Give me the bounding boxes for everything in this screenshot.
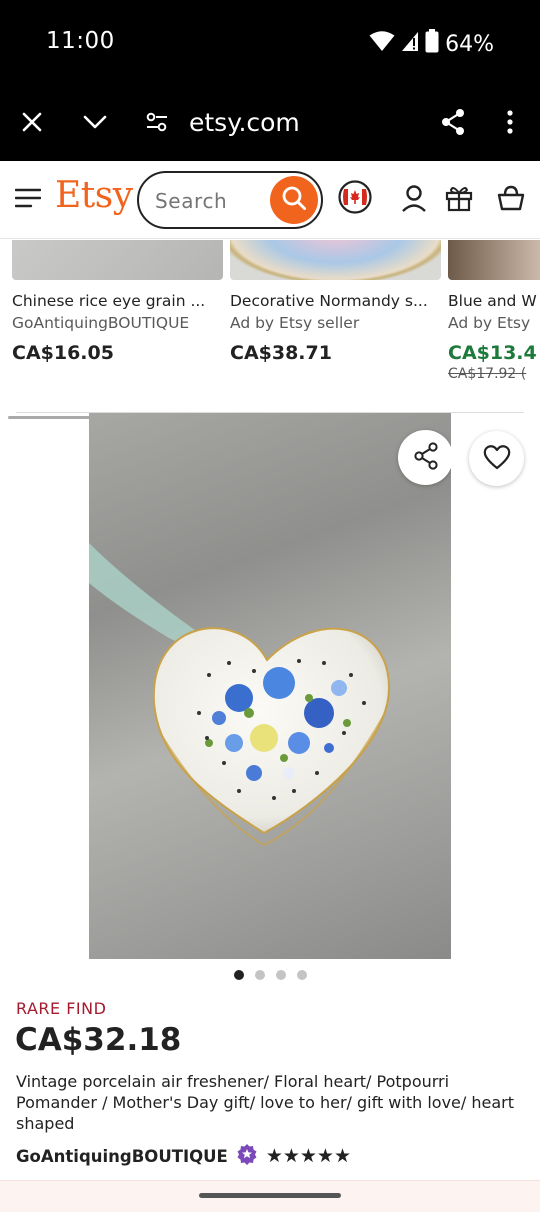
url-bar[interactable]: etsy.com [189,108,300,137]
product-thumbnail[interactable] [12,240,223,280]
product-thumbnail[interactable] [230,240,441,280]
gesture-navigation-bar[interactable] [199,1193,341,1198]
gifts-button[interactable] [442,183,476,217]
chevron-down-icon [82,114,108,134]
product-title: Vintage porcelain air freshener/ Floral … [16,1072,514,1133]
more-vertical-icon [507,110,513,138]
favorite-button[interactable] [469,431,524,486]
pagination-dot[interactable] [254,970,265,980]
star-seller-badge-icon [236,1143,258,1169]
pagination-dot[interactable] [296,970,307,980]
shop-info: GoAntiquingBOUTIQUE ★★★★★ [16,1143,351,1169]
status-bar: 11:00 64% [0,0,540,88]
card-price: CA$38.71 [230,342,332,364]
cell-signal-icon [401,30,419,58]
share-button[interactable] [435,106,471,142]
account-button[interactable] [397,183,431,217]
share-icon [413,441,439,474]
rare-find-badge: RARE FIND [16,999,107,1018]
card-sale-price: CA$13.4 [448,342,537,364]
browser-toolbar: etsy.com [0,88,540,161]
card-shop: GoAntiquingBOUTIQUE [12,314,190,332]
card-title[interactable]: Blue and W [448,292,540,310]
search-button[interactable] [270,176,318,224]
region-button[interactable] [338,180,372,218]
site-settings-button[interactable] [139,106,175,142]
battery-percentage: 64% [445,31,494,57]
share-product-button[interactable] [398,430,451,485]
minimize-button[interactable] [77,106,113,142]
card-ad-label: Ad by Etsy [448,314,531,332]
pagination-dot[interactable] [275,970,286,980]
gift-icon [445,184,473,216]
user-icon [401,184,427,216]
product-image[interactable] [89,413,451,959]
site-header: Etsy [0,161,540,239]
card-title[interactable]: Decorative Normandy s... [230,292,441,310]
pagination-dot[interactable] [233,970,244,980]
close-icon [21,111,43,137]
cart-button[interactable] [494,183,528,217]
overflow-menu-button[interactable] [492,106,528,142]
product-thumbnail[interactable] [448,240,540,280]
search-icon [281,185,307,215]
hamburger-icon [14,188,42,212]
share-icon [440,108,466,140]
card-ad-label: Ad by Etsy seller [230,314,360,332]
search-bar[interactable] [137,171,323,229]
menu-button[interactable] [11,183,45,217]
carousel-card[interactable]: Chinese rice eye grain ... GoAntiquingBO… [12,240,223,364]
heart-icon [483,444,511,474]
shopping-basket-icon [497,185,525,215]
battery-icon [425,29,439,59]
search-input[interactable] [155,189,265,213]
canada-flag-icon [338,180,372,218]
card-price: CA$16.05 [12,342,114,364]
rating-stars: ★★★★★ [265,1145,351,1167]
status-indicators: 64% [369,29,494,59]
carousel-card[interactable]: Decorative Normandy s... Ad by Etsy sell… [230,240,441,364]
shop-name[interactable]: GoAntiquingBOUTIQUE [16,1147,228,1166]
recommended-carousel: Chinese rice eye grain ... GoAntiquingBO… [0,240,540,405]
card-original-price: CA$17.92 ( [448,366,527,382]
status-time: 11:00 [46,28,115,54]
close-tab-button[interactable] [14,106,50,142]
etsy-logo[interactable]: Etsy [55,175,133,216]
tune-icon [145,111,169,137]
card-title[interactable]: Chinese rice eye grain ... [12,292,223,310]
wifi-icon [369,30,395,58]
porcelain-heart-image [89,543,391,847]
carousel-card[interactable]: Blue and W Ad by Etsy CA$13.4 CA$17.92 ( [448,240,540,382]
image-pagination [0,970,540,980]
product-price: CA$32.18 [15,1022,182,1058]
